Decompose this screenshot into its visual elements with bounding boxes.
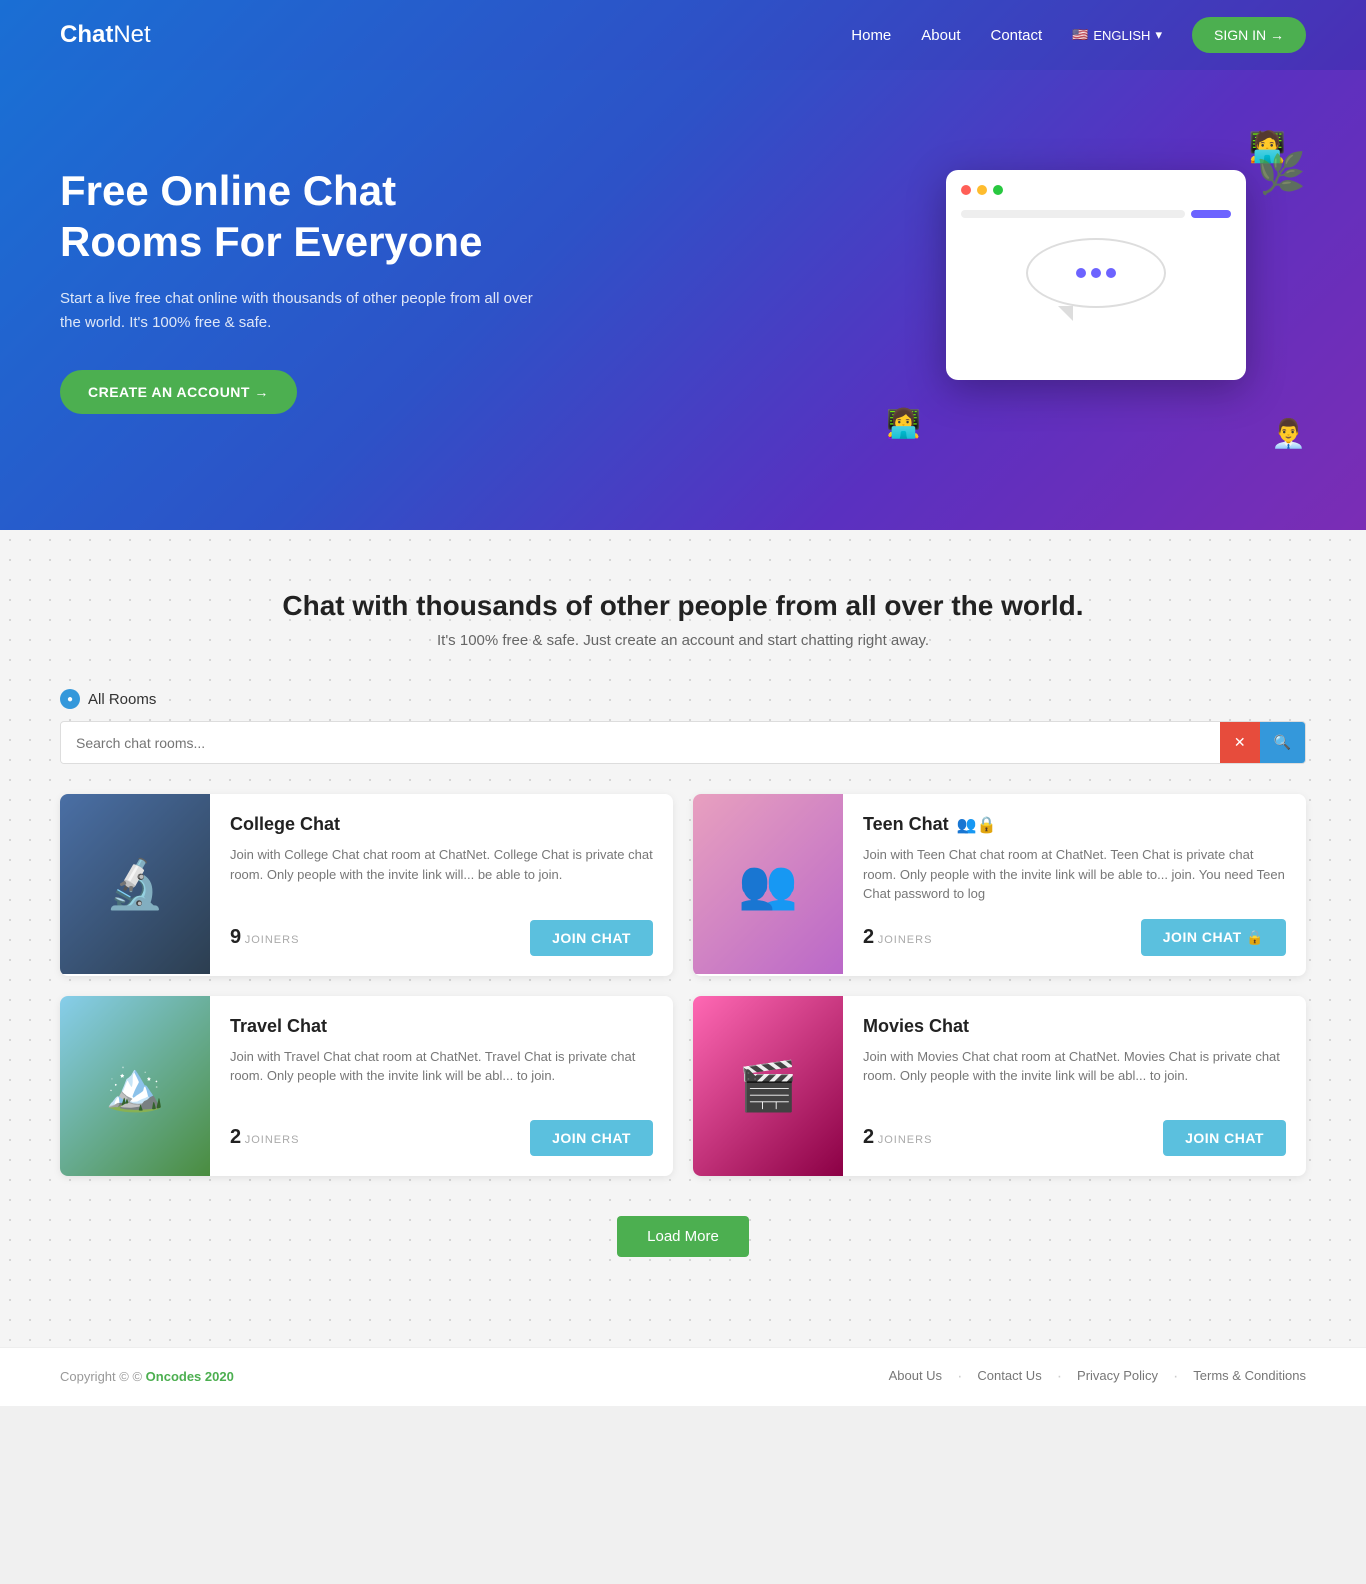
private-badge-teen: 👥🔒 bbox=[957, 815, 997, 835]
room-info-movies: Movies Chat Join with Movies Chat chat r… bbox=[843, 996, 1306, 1176]
hero-illustration: 🧑‍💻 👩‍💻 👨‍💼 🌿 bbox=[886, 130, 1306, 450]
main-content: Chat with thousands of other people from… bbox=[0, 530, 1366, 1347]
hero-text: Free Online Chat Rooms For Everyone Star… bbox=[60, 166, 540, 414]
room-card-college: College Chat Join with College Chat chat… bbox=[60, 794, 673, 976]
figure-left: 👩‍💻 bbox=[886, 407, 921, 440]
plant-decoration: 🌿 bbox=[1256, 150, 1306, 197]
all-rooms-text: All Rooms bbox=[88, 691, 156, 708]
footer-contact-link[interactable]: Contact Us bbox=[977, 1368, 1041, 1386]
close-dot bbox=[961, 185, 971, 195]
dot-3 bbox=[1106, 268, 1116, 278]
footer: Copyright © © Oncodes 2020 About Us · Co… bbox=[0, 1347, 1366, 1406]
site-logo[interactable]: ChatNet bbox=[60, 21, 151, 49]
minimize-dot bbox=[977, 185, 987, 195]
flag-icon: 🇺🇸 bbox=[1072, 27, 1088, 43]
search-input[interactable] bbox=[61, 723, 1220, 763]
window-controls bbox=[961, 185, 1231, 195]
joiner-count-teen: 2 bbox=[863, 926, 874, 948]
footer-privacy-link[interactable]: Privacy Policy bbox=[1077, 1368, 1158, 1386]
room-name-college: College Chat bbox=[230, 814, 653, 835]
nav-contact[interactable]: Contact bbox=[990, 27, 1042, 44]
joiners-travel: 2 JOINERS bbox=[230, 1126, 299, 1149]
joiners-label-movies: JOINERS bbox=[878, 1134, 933, 1146]
join-button-travel[interactable]: JOIN CHAT bbox=[530, 1120, 653, 1156]
room-description-movies: Join with Movies Chat chat room at ChatN… bbox=[863, 1047, 1286, 1105]
room-image-movies bbox=[693, 996, 843, 1176]
join-button-teen[interactable]: JOIN CHAT 🔒 bbox=[1141, 919, 1286, 956]
dot-2 bbox=[1091, 268, 1101, 278]
room-info-college: College Chat Join with College Chat chat… bbox=[210, 794, 673, 976]
maximize-dot bbox=[993, 185, 1003, 195]
language-label: ENGLISH bbox=[1093, 28, 1150, 43]
navbar: ChatNet Home About Contact 🇺🇸 ENGLISH ▾ … bbox=[0, 0, 1366, 70]
room-image-college bbox=[60, 794, 210, 974]
chat-bubble bbox=[1026, 238, 1166, 308]
room-card-movies: Movies Chat Join with Movies Chat chat r… bbox=[693, 996, 1306, 1176]
section-title: Chat with thousands of other people from… bbox=[60, 590, 1306, 622]
nav-home[interactable]: Home bbox=[851, 27, 891, 44]
footer-copyright: Copyright © © Oncodes 2020 bbox=[60, 1369, 234, 1384]
room-name-movies: Movies Chat bbox=[863, 1016, 1286, 1037]
all-rooms-label: ● All Rooms bbox=[60, 689, 1306, 709]
logo-net: Net bbox=[113, 21, 150, 48]
room-card-travel: Travel Chat Join with Travel Chat chat r… bbox=[60, 996, 673, 1176]
room-name-teen: Teen Chat 👥🔒 bbox=[863, 814, 1286, 835]
language-selector[interactable]: 🇺🇸 ENGLISH ▾ bbox=[1072, 27, 1162, 43]
all-rooms-icon: ● bbox=[60, 689, 80, 709]
joiner-count-college: 9 bbox=[230, 926, 241, 948]
logo-chat: Chat bbox=[60, 21, 113, 48]
room-info-teen: Teen Chat 👥🔒 Join with Teen Chat chat ro… bbox=[843, 794, 1306, 976]
section-subtitle: It's 100% free & safe. Just create an ac… bbox=[60, 632, 1306, 649]
hero-section: Free Online Chat Rooms For Everyone Star… bbox=[0, 70, 1366, 530]
footer-about-link[interactable]: About Us bbox=[889, 1368, 942, 1386]
room-description-college: Join with College Chat chat room at Chat… bbox=[230, 845, 653, 905]
room-image-teen bbox=[693, 794, 843, 974]
load-more-container: Load More bbox=[60, 1216, 1306, 1257]
room-image-travel bbox=[60, 996, 210, 1176]
load-more-button[interactable]: Load More bbox=[617, 1216, 749, 1257]
room-name-travel: Travel Chat bbox=[230, 1016, 653, 1037]
hero-subtitle: Start a live free chat online with thous… bbox=[60, 287, 540, 335]
hero-title: Free Online Chat Rooms For Everyone bbox=[60, 166, 540, 267]
create-account-button[interactable]: CREATE AN ACCOUNT → bbox=[60, 370, 297, 414]
joiners-label-teen: JOINERS bbox=[878, 934, 933, 946]
join-button-college[interactable]: JOIN CHAT bbox=[530, 920, 653, 956]
join-button-movies[interactable]: JOIN CHAT bbox=[1163, 1120, 1286, 1156]
room-footer-travel: 2 JOINERS JOIN CHAT bbox=[230, 1120, 653, 1156]
room-footer-movies: 2 JOINERS JOIN CHAT bbox=[863, 1120, 1286, 1156]
joiners-teen: 2 JOINERS bbox=[863, 926, 932, 949]
footer-terms-link[interactable]: Terms & Conditions bbox=[1193, 1368, 1306, 1386]
joiners-label: JOINERS bbox=[245, 934, 300, 946]
joiner-count-travel: 2 bbox=[230, 1126, 241, 1148]
rooms-grid: College Chat Join with College Chat chat… bbox=[60, 794, 1306, 1176]
room-description-teen: Join with Teen Chat chat room at ChatNet… bbox=[863, 845, 1286, 904]
joiners-label-travel: JOINERS bbox=[245, 1134, 300, 1146]
figure-right: 👨‍💼 bbox=[1271, 417, 1306, 450]
room-info-travel: Travel Chat Join with Travel Chat chat r… bbox=[210, 996, 673, 1176]
nav-about[interactable]: About bbox=[921, 27, 960, 44]
typing-dots bbox=[1076, 268, 1116, 278]
search-bar: ✕ 🔍 bbox=[60, 721, 1306, 764]
dot-1 bbox=[1076, 268, 1086, 278]
room-footer-teen: 2 JOINERS JOIN CHAT 🔒 bbox=[863, 919, 1286, 956]
search-button[interactable]: 🔍 bbox=[1260, 722, 1305, 763]
joiners-college: 9 JOINERS bbox=[230, 926, 299, 949]
joiner-count-movies: 2 bbox=[863, 1126, 874, 1148]
footer-links: About Us · Contact Us · Privacy Policy ·… bbox=[889, 1368, 1306, 1386]
joiners-movies: 2 JOINERS bbox=[863, 1126, 932, 1149]
search-clear-button[interactable]: ✕ bbox=[1220, 722, 1260, 763]
room-footer-college: 9 JOINERS JOIN CHAT bbox=[230, 920, 653, 956]
room-card-teen: Teen Chat 👥🔒 Join with Teen Chat chat ro… bbox=[693, 794, 1306, 976]
nav-links: Home About Contact 🇺🇸 ENGLISH ▾ SIGN IN … bbox=[851, 17, 1306, 53]
chat-window-card bbox=[946, 170, 1246, 380]
footer-brand-link[interactable]: Oncodes 2020 bbox=[146, 1369, 234, 1384]
sign-in-button[interactable]: SIGN IN → bbox=[1192, 17, 1306, 53]
chevron-down-icon: ▾ bbox=[1155, 27, 1162, 43]
room-description-travel: Join with Travel Chat chat room at ChatN… bbox=[230, 1047, 653, 1105]
